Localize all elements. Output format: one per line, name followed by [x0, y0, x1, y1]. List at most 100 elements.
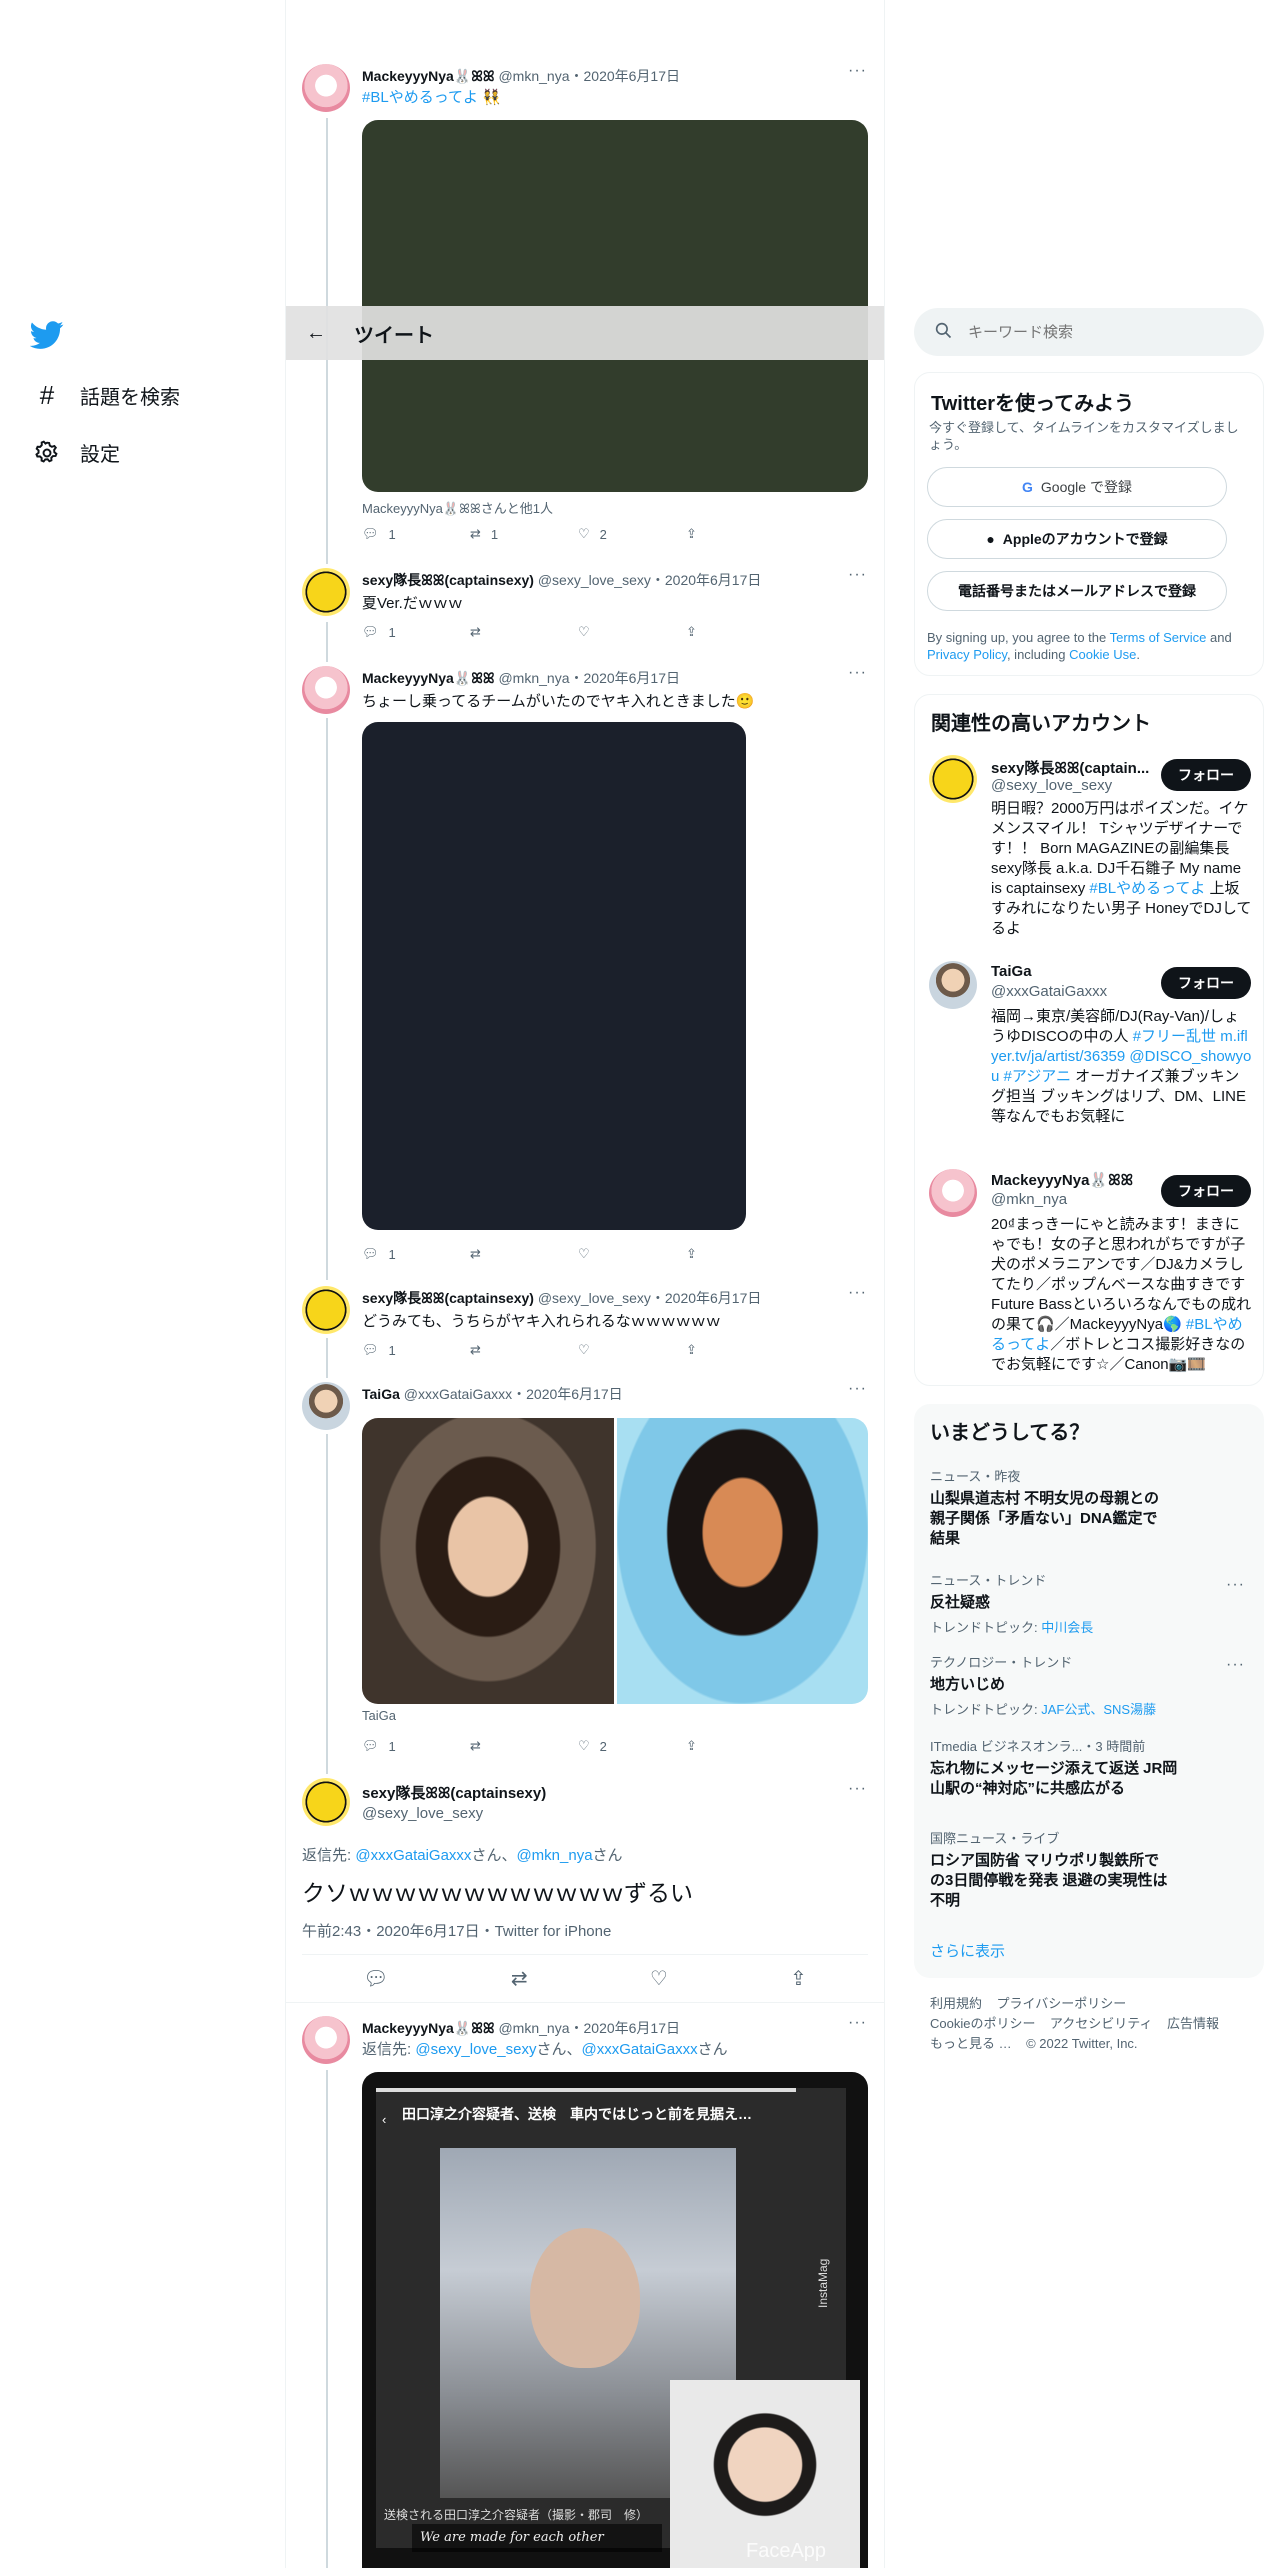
apple-signup-button[interactable]: ● Appleのアカウントで登録	[927, 519, 1227, 559]
share-button[interactable]: ⇪	[686, 1738, 794, 1754]
like-button[interactable]: ♡	[578, 1246, 686, 1262]
more-icon[interactable]: ···	[848, 1284, 867, 1302]
trend-topic-link[interactable]: JAF公式、SNS湯藤	[1041, 1702, 1156, 1717]
share-button[interactable]: ⇪	[686, 624, 794, 640]
follow-button[interactable]: フォロー	[1161, 967, 1251, 999]
trend-item[interactable]: ニュース・昨夜 山梨県道志村 不明女児の母親との親子関係「矛盾ない」DNA鑑定で…	[930, 1466, 1170, 1549]
author-handle[interactable]: @xxxGataiGaxxx	[404, 1386, 512, 1402]
account-name[interactable]: TaiGa	[991, 963, 1032, 980]
follow-button[interactable]: フォロー	[1161, 1175, 1251, 1207]
more-icon[interactable]: ···	[848, 1380, 867, 1398]
footer-link[interactable]: プライバシーポリシー	[996, 1996, 1126, 2011]
avatar[interactable]	[302, 1286, 350, 1334]
nav-settings[interactable]: 設定	[34, 438, 120, 467]
author-handle[interactable]: @sexy_love_sexy	[362, 1805, 546, 1822]
media-tag-caption[interactable]: MackeyyyNya🐰ꕤꕤさんと他1人	[362, 498, 553, 517]
retweet-button[interactable]: ⇄	[470, 1738, 578, 1754]
author-handle[interactable]: @sexy_love_sexy	[538, 572, 651, 588]
retweet-button[interactable]: ⇄ 1	[470, 526, 578, 542]
author-name[interactable]: MackeyyyNya🐰ꕤꕤ	[362, 670, 495, 686]
author-handle[interactable]: @mkn_nya	[498, 2020, 569, 2036]
author-handle[interactable]: @sexy_love_sexy	[538, 1290, 651, 1306]
more-icon[interactable]: ···	[1226, 1576, 1245, 1594]
account-handle[interactable]: @xxxGataiGaxxx	[991, 983, 1107, 1000]
retweet-icon[interactable]: ⇄	[511, 1966, 528, 1991]
avatar[interactable]	[302, 64, 350, 112]
reply-button[interactable]: 💬︎ 1	[362, 1342, 470, 1358]
reply-icon[interactable]: 💬︎	[363, 1966, 388, 1991]
tweet-date[interactable]: ・2020年6月17日	[651, 572, 762, 588]
avatar[interactable]	[302, 2016, 350, 2064]
account-handle[interactable]: @sexy_love_sexy	[991, 777, 1112, 794]
privacy-link[interactable]: Privacy Policy	[927, 647, 1007, 662]
follow-button[interactable]: フォロー	[1161, 759, 1251, 791]
search-box[interactable]	[914, 308, 1264, 356]
tweet-date[interactable]: ・2020年6月17日	[512, 1386, 623, 1402]
media-tag-caption[interactable]: TaiGa	[362, 1708, 396, 1723]
avatar[interactable]	[302, 1382, 350, 1430]
more-icon[interactable]: ···	[848, 62, 867, 80]
avatar[interactable]	[929, 1169, 977, 1217]
more-icon[interactable]: ···	[848, 2014, 867, 2032]
tweet-date[interactable]: ・2020年6月17日	[651, 1290, 762, 1306]
terms-link[interactable]: Terms of Service	[1110, 630, 1207, 645]
footer-link[interactable]: 広告情報	[1167, 2016, 1219, 2031]
back-arrow-icon[interactable]: ←	[302, 322, 330, 345]
focus-tweet-meta[interactable]: 午前2:43・2020年6月17日・Twitter for iPhone	[302, 1920, 611, 1941]
like-button[interactable]: ♡ 2	[578, 526, 686, 542]
cookie-link[interactable]: Cookie Use	[1069, 647, 1136, 662]
avatar[interactable]	[302, 666, 350, 714]
footer-link[interactable]: 利用規約	[930, 1996, 982, 2011]
author-name[interactable]: TaiGa	[362, 1386, 400, 1402]
account-name[interactable]: MackeyyyNya🐰ꕤꕤ	[991, 1171, 1133, 1189]
footer-more-link[interactable]: もっと見る …	[930, 2036, 1012, 2051]
tweet-media-image[interactable]	[362, 1418, 868, 1704]
trend-item[interactable]: 国際ニュース・ライブ ロシア国防省 マリウポリ製鉄所での3日間停戦を発表 退避の…	[930, 1828, 1170, 1911]
reply-button[interactable]: 💬︎ 1	[362, 526, 470, 542]
avatar[interactable]	[302, 568, 350, 616]
tweet-date[interactable]: ・2020年6月17日	[570, 68, 681, 84]
hashtag-link[interactable]: #アジアニ	[1004, 1068, 1071, 1085]
account-handle[interactable]: @mkn_nya	[991, 1191, 1067, 1208]
hashtag-link[interactable]: #BLやめるってよ	[1089, 880, 1205, 897]
share-button[interactable]: ⇪	[686, 1342, 794, 1358]
retweet-button[interactable]: ⇄	[470, 624, 578, 640]
footer-link[interactable]: Cookieのポリシー	[930, 2016, 1035, 2031]
mention-link[interactable]: @sexy_love_sexy	[415, 2041, 536, 2058]
tweet-date[interactable]: ・2020年6月17日	[570, 670, 681, 686]
twitter-logo-icon[interactable]	[29, 318, 64, 352]
reply-button[interactable]: 💬︎ 1	[362, 624, 470, 640]
share-button[interactable]: ⇪	[686, 1246, 794, 1262]
avatar[interactable]	[929, 961, 977, 1009]
author-name[interactable]: MackeyyyNya🐰ꕤꕤ	[362, 2020, 495, 2036]
trend-topic-link[interactable]: 中川会長	[1041, 1620, 1093, 1635]
avatar[interactable]	[929, 755, 977, 803]
heart-icon[interactable]: ♡	[650, 1966, 668, 1991]
hashtag-link[interactable]: #フリー乱世	[1133, 1028, 1216, 1045]
more-icon[interactable]: ···	[848, 566, 867, 584]
phone-signup-button[interactable]: 電話番号またはメールアドレスで登録	[927, 571, 1227, 611]
like-button[interactable]: ♡ 2	[578, 1738, 686, 1754]
nav-explore[interactable]: # 話題を検索	[34, 380, 180, 411]
share-button[interactable]: ⇪	[686, 526, 794, 542]
more-icon[interactable]: ···	[1226, 1656, 1245, 1674]
mention-link[interactable]: @mkn_nya	[516, 1847, 592, 1864]
tweet-media-image[interactable]: ‹ 田口淳之介容疑者、送検 車内ではじっと前を見据え… 送検される田口淳之介容疑…	[362, 2072, 868, 2568]
share-icon[interactable]: ⇪	[790, 1966, 807, 1991]
trend-item[interactable]: ニュース・トレンド 反社疑惑 トレンドトピック: 中川会長	[930, 1570, 1230, 1636]
trend-item[interactable]: ITmedia ビジネスオンラ...・3 時間前 忘れ物にメッセージ添えて返送 …	[930, 1736, 1190, 1799]
more-icon[interactable]: ···	[848, 664, 867, 682]
more-icon[interactable]: ···	[848, 1780, 867, 1798]
search-input[interactable]	[968, 323, 1228, 341]
author-name[interactable]: sexy隊長ꕤꕤ(captainsexy)	[362, 1782, 546, 1803]
show-more-link[interactable]: さらに表示	[930, 1940, 1005, 1961]
mention-link[interactable]: @xxxGataiGaxxx	[581, 2041, 697, 2058]
footer-link[interactable]: アクセシビリティ	[1050, 2016, 1153, 2031]
account-name[interactable]: sexy隊長ꕤꕤ(captain...	[991, 757, 1149, 778]
retweet-button[interactable]: ⇄	[470, 1246, 578, 1262]
trend-item[interactable]: テクノロジー・トレンド 地方いじめ トレンドトピック: JAF公式、SNS湯藤	[930, 1652, 1230, 1718]
hashtag-link[interactable]: #BLやめるってよ	[362, 89, 478, 106]
author-handle[interactable]: @mkn_nya	[498, 68, 569, 84]
tweet-date[interactable]: ・2020年6月17日	[570, 2020, 681, 2036]
tweet-media-image[interactable]	[362, 722, 746, 1230]
